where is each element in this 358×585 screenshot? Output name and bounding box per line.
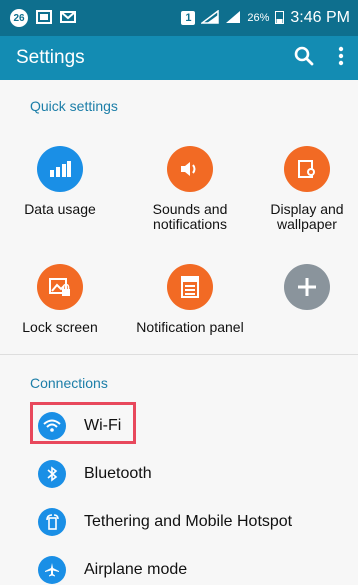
lock-screen-icon xyxy=(37,264,83,310)
display-icon xyxy=(284,146,330,192)
app-bar: Settings xyxy=(0,36,358,80)
quick-setting-label: Display and wallpaper xyxy=(270,201,344,232)
connection-item-wifi[interactable]: Wi-Fi xyxy=(38,411,121,441)
connection-label: Tethering and Mobile Hotspot xyxy=(84,513,293,530)
email-icon xyxy=(60,10,76,26)
bar-chart-icon xyxy=(37,146,83,192)
status-bar: 26 1 26% 3:46 PM xyxy=(0,0,358,36)
quick-setting-data-usage[interactable]: Data usage xyxy=(5,146,115,217)
battery-percent: 26% xyxy=(247,12,270,24)
quick-settings-header: Quick settings xyxy=(30,98,118,114)
tethering-icon xyxy=(38,508,66,536)
section-divider xyxy=(0,354,358,355)
sim-icon: 1 xyxy=(181,11,196,25)
notification-panel-icon xyxy=(167,264,213,310)
screenshot-icon xyxy=(36,9,52,27)
battery-icon xyxy=(275,10,285,27)
airplane-icon xyxy=(38,556,66,584)
notification-count-badge: 26 xyxy=(10,9,28,27)
connections-header: Connections xyxy=(30,375,108,391)
quick-setting-notification-panel[interactable]: Notification panel xyxy=(135,264,245,335)
quick-setting-label: Lock screen xyxy=(22,319,98,335)
connection-label: Bluetooth xyxy=(84,465,152,482)
quick-setting-lock-screen[interactable]: Lock screen xyxy=(5,264,115,335)
bluetooth-icon xyxy=(38,460,66,488)
quick-setting-label: Data usage xyxy=(24,201,96,217)
search-icon[interactable] xyxy=(294,46,314,71)
more-options-icon[interactable] xyxy=(338,46,344,71)
quick-setting-sounds[interactable]: Sounds and notifications xyxy=(135,146,245,232)
speaker-icon xyxy=(167,146,213,192)
signal-icon-2 xyxy=(225,10,241,27)
connection-item-airplane[interactable]: Airplane mode xyxy=(38,555,187,585)
quick-setting-display[interactable]: Display and wallpaper xyxy=(252,146,358,232)
signal-icon xyxy=(200,9,220,27)
connection-label: Airplane mode xyxy=(84,561,188,578)
quick-setting-label: Sounds and notifications xyxy=(152,201,228,232)
page-title: Settings xyxy=(16,47,85,68)
wifi-icon xyxy=(38,412,66,440)
quick-setting-label: Notification panel xyxy=(136,319,244,335)
connection-item-bluetooth[interactable]: Bluetooth xyxy=(38,459,152,489)
connection-item-tethering[interactable]: Tethering and Mobile Hotspot xyxy=(38,507,292,537)
quick-setting-add[interactable] xyxy=(252,264,358,320)
clock: 3:46 PM xyxy=(290,9,350,26)
connection-label: Wi-Fi xyxy=(84,417,122,434)
plus-icon xyxy=(284,264,330,310)
